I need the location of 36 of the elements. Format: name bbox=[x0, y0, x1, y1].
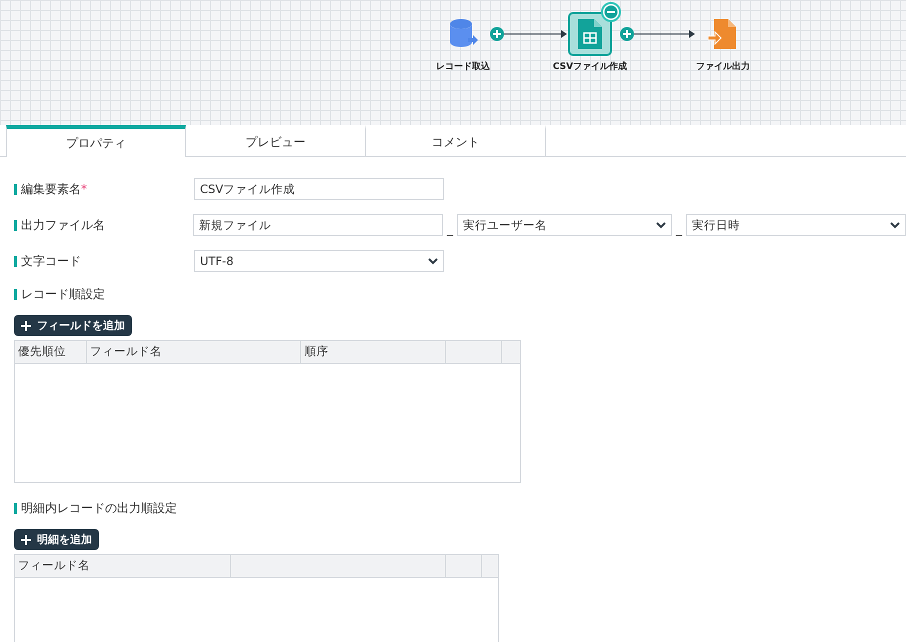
chevron-down-icon bbox=[890, 222, 900, 228]
add-icon[interactable] bbox=[490, 27, 504, 41]
field-label: 編集要素名* bbox=[21, 180, 87, 198]
chevron-down-icon bbox=[656, 222, 666, 228]
field-label: 出力ファイル名 bbox=[21, 216, 105, 234]
plus-icon bbox=[21, 320, 31, 330]
plus-icon bbox=[21, 534, 31, 544]
select-field[interactable]: UTF-8 bbox=[194, 250, 444, 272]
separator-text: _ bbox=[676, 222, 682, 236]
section-title: 明細内レコードの出力順設定 bbox=[21, 500, 177, 516]
flow-node[interactable] bbox=[568, 12, 612, 56]
section-title: レコード順設定 bbox=[21, 286, 105, 302]
add-button[interactable]: 明細を追加 bbox=[14, 529, 99, 550]
column-header: フィールド名 bbox=[15, 555, 231, 577]
input-field[interactable]: 新規ファイル bbox=[193, 214, 443, 236]
input-field[interactable]: CSVファイル作成 bbox=[194, 178, 444, 200]
node-label: レコード取込 bbox=[436, 60, 490, 73]
column-header: 順序 bbox=[301, 341, 446, 363]
spreadsheet-icon bbox=[578, 19, 602, 49]
node-label: CSVファイル作成 bbox=[552, 60, 628, 73]
field-label: 文字コード bbox=[21, 252, 81, 270]
chevron-down-icon bbox=[428, 258, 438, 264]
connector-arrow bbox=[634, 30, 695, 38]
remove-icon[interactable] bbox=[601, 2, 621, 22]
tab[interactable]: プロパティ bbox=[6, 125, 186, 157]
column-header: 優先順位 bbox=[15, 341, 87, 363]
file-export-icon bbox=[708, 19, 738, 49]
add-button[interactable]: フィールドを追加 bbox=[14, 315, 132, 336]
column-header: フィールド名 bbox=[86, 341, 302, 363]
database-icon bbox=[448, 18, 478, 50]
node-label: ファイル出力 bbox=[696, 60, 750, 73]
select-field[interactable]: 実行ユーザー名 bbox=[457, 214, 672, 236]
select-field[interactable]: 実行日時 bbox=[686, 214, 906, 236]
add-icon[interactable] bbox=[620, 27, 634, 41]
connector-arrow bbox=[503, 30, 567, 38]
separator-text: _ bbox=[447, 222, 453, 236]
